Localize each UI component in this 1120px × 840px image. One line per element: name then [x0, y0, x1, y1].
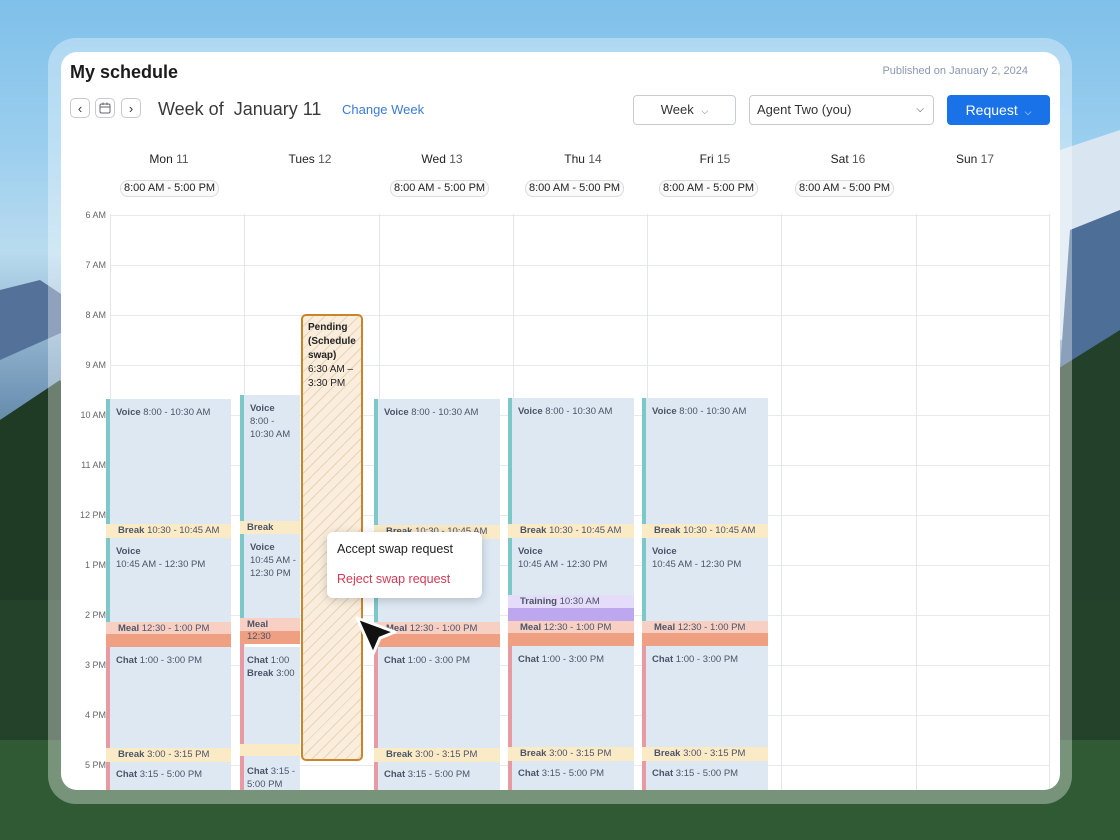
pending-time: 6:30 AM – 3:30 PM: [308, 364, 354, 389]
day-header-tue: Tues 12: [288, 152, 332, 166]
chevron-down-icon: ⌵: [701, 106, 709, 116]
activity-block[interactable]: Voice 10:45 AM - 12:30 PM: [106, 538, 231, 622]
chevron-right-icon: ›: [128, 101, 134, 116]
hour-label: 10 AM: [80, 410, 106, 420]
hour-label: 3 PM: [84, 660, 106, 670]
day-header-thu: Thu 14: [564, 152, 602, 166]
shift-pill-sat: 8:00 AM - 5:00 PM: [795, 180, 895, 197]
hour-label: 7 AM: [85, 260, 106, 270]
page-title: My schedule: [70, 62, 179, 82]
activity-block[interactable]: Voice 8:00 - 10:30 AM: [106, 399, 231, 524]
request-button-label: Request: [965, 102, 1018, 118]
activity-block[interactable]: Chat 3:15 - 5:00 PM: [642, 761, 768, 790]
meal-block[interactable]: Meal 12:30 - 1:00 PM: [106, 622, 231, 634]
agent-select-value: Agent Two (you): [757, 102, 852, 117]
shift-pill-fri: 8:00 AM - 5:00 PM: [659, 180, 759, 197]
shift-pill-wed: 8:00 AM - 5:00 PM: [390, 180, 490, 197]
next-week-button[interactable]: ›: [121, 98, 141, 118]
activity-block[interactable]: Voice 10:45 AM - 12:30 PM: [508, 538, 634, 595]
hour-label: 9 AM: [85, 360, 106, 370]
activity-block[interactable]: Chat 1:00 - 3:00 PM: [508, 646, 634, 747]
break-block[interactable]: Break 3:00 - 3:15 PM: [508, 747, 634, 761]
break-block[interactable]: Break 3:00 - 3:15 PM: [374, 748, 500, 762]
chevron-left-icon: ‹: [77, 101, 83, 116]
hour-label: 6 AM: [85, 210, 106, 220]
break-block[interactable]: Break 3:00 - 3:15 PM: [642, 747, 768, 761]
hour-label: 1 PM: [84, 560, 106, 570]
meal-block[interactable]: Meal 12:30 - 1:00 PM: [642, 621, 768, 633]
hour-label: 5 PM: [84, 760, 106, 770]
activity-block[interactable]: Chat 1:00 - 3:00 PM: [106, 647, 231, 748]
activity-block[interactable]: Chat 3:15 - 5:00 PM: [106, 762, 231, 790]
activity-block[interactable]: Chat 3:15 - 5:00 PM: [508, 761, 634, 790]
view-select-value: Week: [660, 102, 694, 117]
activity-block[interactable]: Voice 8:00 - 10:30 AM: [642, 398, 768, 524]
break-block[interactable]: Break 3:00 - 3:15 PM: [106, 748, 231, 762]
day-header-sun: Sun 17: [955, 152, 995, 166]
activity-block[interactable]: Chat 3:15 - 5:00 PM: [374, 762, 500, 790]
published-date: Published on January 2, 2024: [882, 65, 1028, 77]
change-week-link[interactable]: Change Week: [342, 102, 424, 117]
hour-label: 12 PM: [79, 510, 106, 520]
accept-swap-menu-item[interactable]: Accept swap request: [337, 542, 453, 556]
activity-block[interactable]: Voice 8:00 - 10:30 AM: [508, 398, 634, 524]
chevron-down-icon: ⌵: [916, 104, 924, 115]
request-button[interactable]: Request ⌵: [947, 95, 1050, 125]
break-block[interactable]: Break: [240, 521, 300, 534]
day-header-wed: Wed 13: [421, 152, 463, 166]
break-block[interactable]: Break 10:30 - 10:45 AM: [508, 524, 634, 538]
meal-block[interactable]: Meal: [240, 618, 300, 631]
activity-block[interactable]: Chat 1:00 Break 3:00: [240, 647, 300, 744]
activity-block[interactable]: Chat 3:15 - 5:00 PM: [240, 756, 300, 790]
mouse-pointer-icon: [355, 616, 397, 656]
activity-block[interactable]: Voice 8:00 - 10:30 AM: [374, 399, 500, 525]
day-header-fri: Fri 15: [699, 152, 731, 166]
shift-pill-thu: 8:00 AM - 5:00 PM: [525, 180, 625, 197]
activity-block[interactable]: Chat 1:00 - 3:00 PM: [642, 646, 768, 747]
break-block[interactable]: Break 10:30 - 10:45 AM: [642, 524, 768, 538]
calendar-button[interactable]: [95, 98, 115, 118]
training-block[interactable]: Training 10:30 AM: [508, 595, 634, 608]
swap-request-menu: Accept swap request Reject swap request: [327, 532, 482, 598]
activity-block[interactable]: Voice 10:45 AM - 12:30 PM: [240, 534, 300, 618]
calendar-icon: [99, 102, 111, 114]
reject-swap-menu-item[interactable]: Reject swap request: [337, 572, 450, 586]
week-of-label: Week of January 11: [158, 99, 322, 119]
pending-title: Pending (Schedule swap): [308, 322, 356, 361]
prev-week-button[interactable]: ‹: [70, 98, 90, 118]
agent-select[interactable]: Agent Two (you) ⌵: [749, 95, 934, 125]
view-select[interactable]: Week ⌵: [633, 95, 736, 125]
activity-block[interactable]: Voice 8:00 - 10:30 AM: [240, 395, 300, 521]
day-header-sat: Sat 16: [830, 152, 866, 166]
schedule-panel: My schedule Published on January 2, 2024…: [61, 52, 1060, 790]
break-block[interactable]: [240, 744, 300, 756]
chevron-down-icon: ⌵: [1024, 107, 1032, 117]
hour-label: 8 AM: [85, 310, 106, 320]
break-block[interactable]: Break 10:30 - 10:45 AM: [106, 524, 231, 538]
shift-pill-mon: 8:00 AM - 5:00 PM: [120, 180, 220, 197]
hour-label: 4 PM: [84, 710, 106, 720]
day-header-mon: Mon 11: [149, 152, 189, 166]
hour-label: 2 PM: [84, 610, 106, 620]
hour-label: 11 AM: [81, 460, 106, 470]
meal-block[interactable]: Meal 12:30 - 1:00 PM: [508, 621, 634, 633]
activity-block[interactable]: Voice 10:45 AM - 12:30 PM: [642, 538, 768, 621]
